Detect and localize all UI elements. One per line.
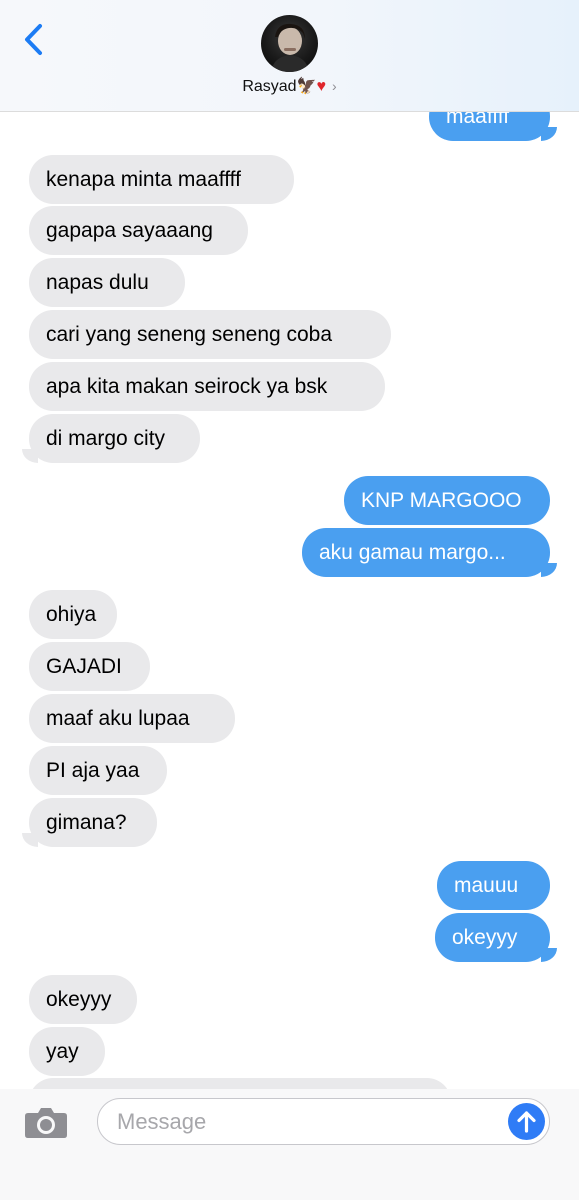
bubble-tail: [541, 948, 557, 962]
message-text: KNP MARGOOO: [361, 489, 522, 512]
message-text: napas dulu: [46, 271, 149, 294]
message-bubble-received[interactable]: di margo city: [29, 414, 200, 463]
message-input[interactable]: Message: [97, 1098, 550, 1145]
conversation-header: Rasyad🦅♥ ›: [0, 0, 579, 112]
message-bubble-sent[interactable]: aku gamau margo...: [302, 528, 550, 577]
message-text: okeyyy: [46, 988, 112, 1011]
message-bubble-received[interactable]: gapapa sayaaang: [29, 206, 248, 255]
contact-avatar[interactable]: [261, 15, 318, 72]
bubble-tail: [541, 563, 557, 577]
avatar-photo: [271, 23, 309, 72]
message-bubble-sent[interactable]: okeyyy: [435, 913, 550, 962]
message-text: okeyyy: [452, 926, 518, 949]
eagle-emoji-icon: 🦅: [296, 78, 317, 95]
message-placeholder: Message: [117, 1109, 207, 1134]
message-bubble-received[interactable]: gimana?: [29, 798, 157, 847]
bubble-tail: [22, 449, 38, 463]
message-text: GAJADI: [46, 655, 122, 678]
message-bubble-received[interactable]: ohiya: [29, 590, 117, 639]
contact-name: Rasyad: [242, 78, 297, 95]
message-bubble-sent[interactable]: KNP MARGOOO: [344, 476, 550, 525]
message-text: PI aja yaa: [46, 759, 140, 782]
arrow-up-icon: [517, 1111, 536, 1133]
message-text: apa kita makan seirock ya bsk: [46, 375, 328, 398]
message-text: gapapa sayaaang: [46, 219, 213, 242]
back-button[interactable]: [18, 20, 54, 60]
message-bubble-received[interactable]: okeyyy: [29, 975, 137, 1024]
bubble-tail: [541, 127, 557, 141]
message-thread: maaffff kenapa minta maaffff gapapa saya…: [0, 0, 579, 1200]
message-bubble-received[interactable]: maaf aku lupaa: [29, 694, 235, 743]
chevron-left-icon: [25, 24, 42, 55]
composer-bar: Message: [0, 1089, 579, 1200]
message-text: cari yang seneng seneng coba: [46, 323, 333, 346]
message-text: yay: [46, 1040, 79, 1063]
message-bubble-received[interactable]: kenapa minta maaffff: [29, 155, 294, 204]
message-bubble-sent[interactable]: mauuu: [437, 861, 550, 910]
message-text: gimana?: [46, 811, 127, 834]
contact-name-row[interactable]: Rasyad🦅♥ ›: [0, 76, 579, 96]
message-text: maaf aku lupaa: [46, 707, 190, 730]
message-bubble-received[interactable]: PI aja yaa: [29, 746, 167, 795]
bubble-tail: [22, 833, 38, 847]
message-text: di margo city: [46, 427, 166, 450]
heart-icon: ♥: [316, 78, 327, 95]
message-bubble-received[interactable]: yay: [29, 1027, 105, 1076]
message-text: kenapa minta maaffff: [46, 168, 241, 191]
message-bubble-received[interactable]: cari yang seneng seneng coba: [29, 310, 391, 359]
message-bubble-received[interactable]: apa kita makan seirock ya bsk: [29, 362, 385, 411]
message-text: ohiya: [46, 603, 97, 626]
message-text: mauuu: [454, 874, 519, 897]
camera-icon: [25, 1108, 67, 1138]
message-text: aku gamau margo...: [319, 541, 506, 564]
camera-button[interactable]: [24, 1105, 68, 1139]
send-button[interactable]: [508, 1103, 545, 1140]
message-bubble-received[interactable]: GAJADI: [29, 642, 150, 691]
chevron-right-icon: ›: [332, 78, 337, 94]
message-bubble-received[interactable]: napas dulu: [29, 258, 185, 307]
